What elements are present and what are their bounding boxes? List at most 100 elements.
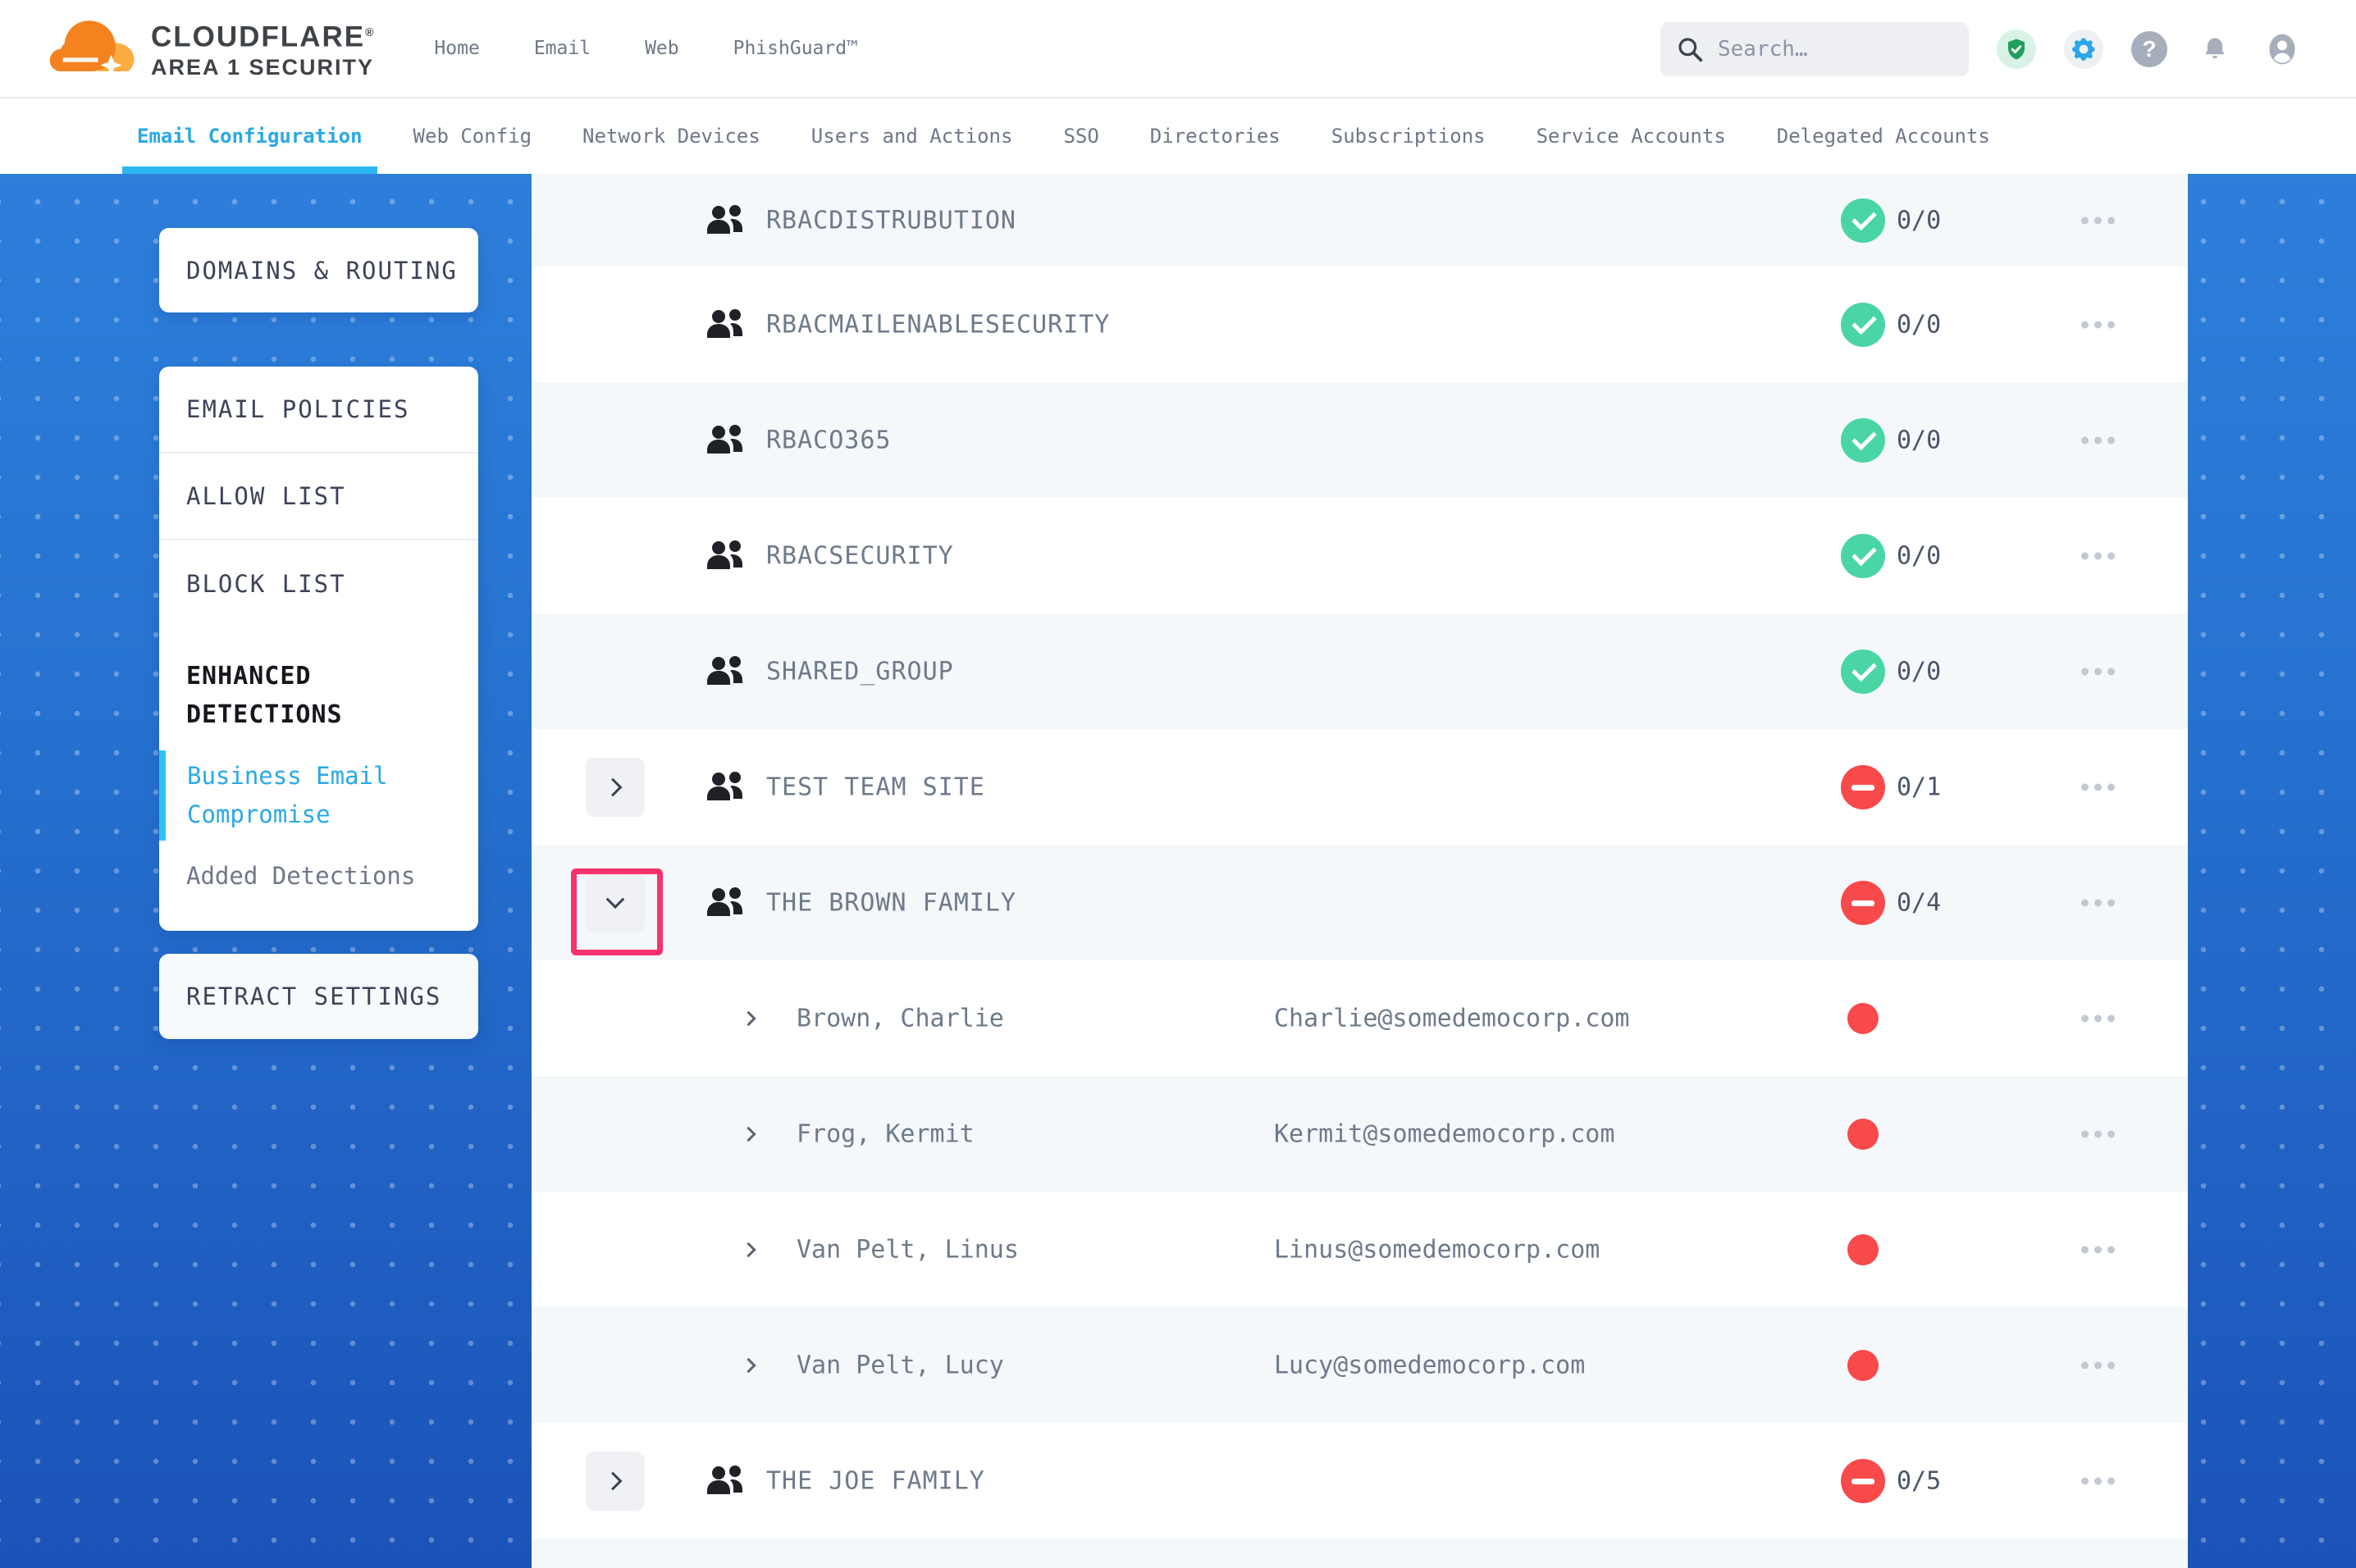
help-icon[interactable]: ? xyxy=(2131,31,2167,67)
group-row-brown-family[interactable]: THE BROWN FAMILY 0/4 xyxy=(532,845,2188,960)
chevron-down-icon xyxy=(606,890,625,909)
status-red-dot xyxy=(1847,1350,1879,1381)
member-email: Lucy@somedemocorp.com xyxy=(1274,1351,1585,1379)
sidebar-item-retract-settings[interactable]: RETRACT SETTINGS xyxy=(159,954,478,1039)
member-name: Van Pelt, Lucy xyxy=(797,1351,1004,1379)
row-menu-button[interactable] xyxy=(2081,436,2115,444)
cloudflare-logo[interactable]: CLOUDFLARE® AREA 1 SECURITY xyxy=(48,13,375,84)
group-row[interactable]: RBACMAILENABLESECURITY 0/0 xyxy=(532,267,2188,382)
search-input[interactable] xyxy=(1718,37,1952,62)
row-menu-button[interactable] xyxy=(2081,1477,2115,1484)
group-icon xyxy=(705,885,747,921)
group-icon xyxy=(705,538,747,574)
group-name: THE JOE FAMILY xyxy=(766,1466,985,1495)
brand-line2: AREA 1 SECURITY xyxy=(151,53,375,81)
status-blocked-badge xyxy=(1841,881,1885,925)
tab-network-devices[interactable]: Network Devices xyxy=(568,98,775,174)
chevron-right-icon xyxy=(604,777,623,796)
group-icon xyxy=(705,1463,747,1499)
group-name: TEST TEAM SITE xyxy=(766,773,985,801)
cloudflare-cloud-icon xyxy=(48,13,139,84)
group-icon xyxy=(705,203,747,239)
member-count: 0/0 xyxy=(1897,426,1941,454)
status-ok-badge xyxy=(1841,198,1885,243)
chevron-right-icon[interactable] xyxy=(741,1010,756,1025)
status-ok-badge xyxy=(1841,534,1885,578)
chevron-right-icon[interactable] xyxy=(741,1126,756,1141)
sidebar-card-email-policies: EMAIL POLICIES ALLOW LIST BLOCK LIST ENH… xyxy=(159,367,478,931)
chevron-right-icon[interactable] xyxy=(741,1357,756,1372)
row-menu-button[interactable] xyxy=(2081,668,2115,675)
status-ok-badge xyxy=(1841,418,1885,463)
member-count: 0/0 xyxy=(1897,657,1941,686)
chevron-right-icon[interactable] xyxy=(741,1242,756,1256)
row-menu-button[interactable] xyxy=(2081,217,2115,224)
tab-delegated-accounts[interactable]: Delegated Accounts xyxy=(1762,98,2005,174)
status-red-dot xyxy=(1847,1234,1879,1265)
tab-users-and-actions[interactable]: Users and Actions xyxy=(797,98,1028,174)
member-email: Charlie@somedemocorp.com xyxy=(1274,1004,1629,1032)
member-email: Linus@somedemocorp.com xyxy=(1274,1235,1600,1264)
nav-email[interactable]: Email xyxy=(534,38,591,59)
member-count: 0/1 xyxy=(1897,773,1941,801)
row-menu-button[interactable] xyxy=(2081,552,2115,559)
group-name: RBACDISTRUBUTION xyxy=(766,206,1016,235)
settings-tabbar: Email Configuration Web Config Network D… xyxy=(0,98,2356,174)
group-name: RBACO365 xyxy=(766,426,892,454)
group-row[interactable]: RBACSECURITY 0/0 xyxy=(532,498,2188,613)
row-menu-button[interactable] xyxy=(2081,1130,2115,1137)
user-avatar-icon[interactable] xyxy=(2262,30,2302,69)
bell-icon[interactable] xyxy=(2195,30,2235,69)
expand-group-button[interactable] xyxy=(586,1452,645,1511)
member-row[interactable]: Van Pelt, Linus Linus@somedemocorp.com xyxy=(532,1192,2188,1307)
row-menu-button[interactable] xyxy=(2081,899,2115,906)
shield-check-icon[interactable] xyxy=(1997,30,2036,69)
group-name: THE BROWN FAMILY xyxy=(766,888,1016,917)
sidebar-section-enhanced-detections: ENHANCED DETECTIONS xyxy=(159,627,478,739)
group-row[interactable]: THE JOE FAMILY 0/5 xyxy=(532,1423,2188,1538)
group-icon xyxy=(705,307,747,343)
tab-subscriptions[interactable]: Subscriptions xyxy=(1317,98,1500,174)
member-row[interactable]: Frog, Kermit Kermit@somedemocorp.com xyxy=(532,1076,2188,1192)
status-blocked-badge xyxy=(1841,765,1885,809)
member-count: 0/0 xyxy=(1897,541,1941,570)
row-menu-button[interactable] xyxy=(2081,783,2115,791)
tab-directories[interactable]: Directories xyxy=(1135,98,1295,174)
member-row[interactable]: Van Pelt, Lucy Lucy@somedemocorp.com xyxy=(532,1307,2188,1423)
row-menu-button[interactable] xyxy=(2081,1014,2115,1022)
nav-phishguard[interactable]: PhishGuard™ xyxy=(733,38,858,59)
row-menu-button[interactable] xyxy=(2081,321,2115,328)
collapse-group-button[interactable] xyxy=(586,873,645,932)
group-name: RBACMAILENABLESECURITY xyxy=(766,310,1110,339)
nav-web[interactable]: Web xyxy=(645,38,679,59)
status-ok-badge xyxy=(1841,650,1885,694)
sidebar-item-business-email-compromise[interactable]: Business Email Compromise xyxy=(159,750,478,841)
row-menu-button[interactable] xyxy=(2081,1246,2115,1253)
tab-email-configuration[interactable]: Email Configuration xyxy=(122,98,377,174)
groups-list-panel: RBACDISTRUBUTION 0/0 RBACMAILENABLESECUR… xyxy=(532,174,2188,1568)
group-icon xyxy=(705,769,747,805)
tab-sso[interactable]: SSO xyxy=(1048,98,1113,174)
group-icon xyxy=(705,422,747,458)
sidebar-item-block-list[interactable]: BLOCK LIST xyxy=(159,540,478,627)
search-icon xyxy=(1677,36,1703,62)
gear-icon[interactable] xyxy=(2064,30,2103,69)
group-row[interactable]: TEST TEAM SITE 0/1 xyxy=(532,729,2188,845)
tab-service-accounts[interactable]: Service Accounts xyxy=(1522,98,1741,174)
top-header: CLOUDFLARE® AREA 1 SECURITY Home Email W… xyxy=(0,0,2356,98)
row-menu-button[interactable] xyxy=(2081,1361,2115,1369)
member-row[interactable]: Brown, Charlie Charlie@somedemocorp.com xyxy=(532,960,2188,1076)
group-row[interactable]: RBACDISTRUBUTION 0/0 xyxy=(532,174,2188,267)
group-row[interactable]: SHARED_GROUP 0/0 xyxy=(532,613,2188,729)
tab-web-config[interactable]: Web Config xyxy=(399,98,547,174)
search-box[interactable] xyxy=(1660,22,1969,76)
sidebar-item-email-policies[interactable]: EMAIL POLICIES xyxy=(159,367,478,454)
status-ok-badge xyxy=(1841,303,1885,347)
group-row[interactable]: RBACO365 0/0 xyxy=(532,382,2188,498)
brand-line1: CLOUDFLARE® xyxy=(151,16,375,54)
sidebar-item-added-detections[interactable]: Added Detections xyxy=(159,841,478,898)
sidebar-item-allow-list[interactable]: ALLOW LIST xyxy=(159,454,478,540)
expand-group-button[interactable] xyxy=(586,758,645,817)
nav-home[interactable]: Home xyxy=(434,38,479,59)
sidebar-item-domains-routing[interactable]: DOMAINS & ROUTING xyxy=(159,228,478,312)
